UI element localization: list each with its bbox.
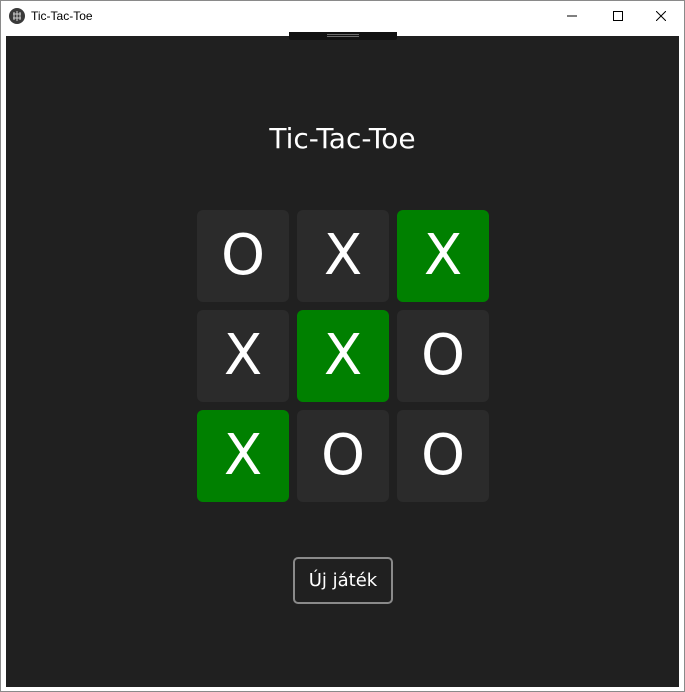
board-cell-9[interactable]: O [397,410,489,502]
minimize-icon [567,15,577,17]
board-cell-1[interactable]: O [197,210,289,302]
app-icon [9,8,25,24]
game-area: Tic-Tac-Toe O X X X X O X O O Új játék [6,32,679,687]
game-board: O X X X X O X O O [197,210,489,502]
minimize-button[interactable] [549,1,595,31]
board-cell-7[interactable]: X [197,410,289,502]
board-cell-3[interactable]: X [397,210,489,302]
close-icon [656,11,666,21]
new-game-button[interactable]: Új játék [293,557,393,604]
maximize-button[interactable] [595,1,641,31]
close-button[interactable] [638,1,684,31]
app-window: Tic-Tac-Toe Tic-Tac-Toe O X X X X O X O … [0,0,685,692]
board-cell-2[interactable]: X [297,210,389,302]
board-cell-6[interactable]: O [397,310,489,402]
board-cell-5[interactable]: X [297,310,389,402]
board-cell-8[interactable]: O [297,410,389,502]
board-cell-4[interactable]: X [197,310,289,402]
drag-handle[interactable] [289,32,397,40]
game-title: Tic-Tac-Toe [269,122,416,155]
title-bar[interactable]: Tic-Tac-Toe [1,1,684,31]
maximize-icon [613,11,623,21]
window-title: Tic-Tac-Toe [31,9,93,23]
